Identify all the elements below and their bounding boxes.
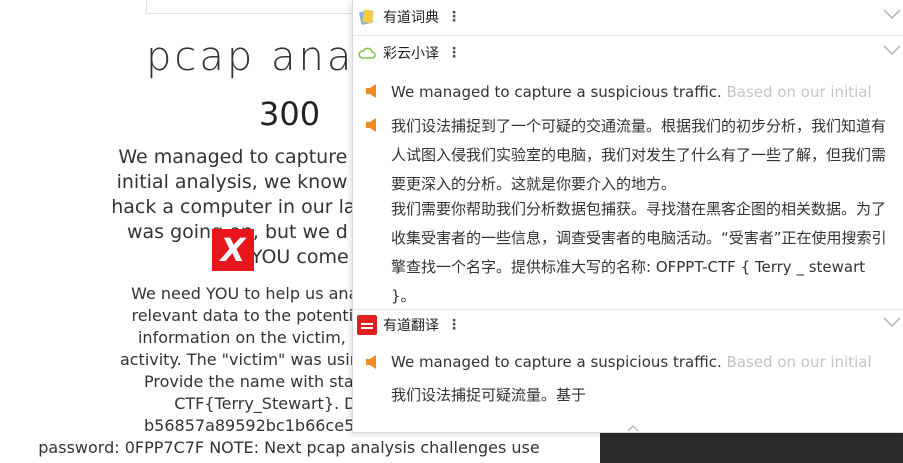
chevron-down-icon[interactable] [883,8,901,20]
chevron-down-icon[interactable] [883,44,901,56]
section-header-youdao[interactable]: 有道翻译 ⋮ [353,310,903,340]
section-title: 有道词典 [383,10,439,26]
speaker-icon[interactable] [365,354,379,370]
more-options-icon[interactable]: ⋮ [447,318,461,332]
section-title: 彩云小译 [383,46,439,62]
challenge-points: 300 [259,95,321,133]
cloud-icon [357,43,377,63]
challenge-title: pcap anal [146,34,369,80]
section-header-caiyun[interactable]: 彩云小译 ⋮ [353,38,903,68]
translation-popup: 有道词典 ⋮ 彩云小译 ⋮ We managed to capture a su… [352,0,903,433]
translation-paragraph: 我们需要你帮助我们分析数据包捕获。寻找潜在黑客企图的相关数据。为了收集受害者的一… [391,200,887,305]
chevron-down-icon[interactable] [883,316,901,328]
section-title: 有道翻译 [383,318,439,334]
translation-paragraph: 我们设法捕捉可疑流量。基于 [391,386,587,404]
translation-paragraph: 我们设法捕捉到了一个可疑的交通流量。根据我们的初步分析，我们知道有人试图入侵我们… [391,117,887,193]
source-text: We managed to capture a suspicious traff… [391,353,891,371]
divider [353,35,903,36]
page-top-tabbar [146,0,367,14]
description-line: password: 0FPP7C7F NOTE: Next pcap analy… [38,438,540,457]
more-options-icon[interactable]: ⋮ [447,46,461,60]
speaker-icon[interactable] [365,117,379,133]
section-header-dict[interactable]: 有道词典 ⋮ [353,2,903,32]
dark-panel [600,432,903,463]
more-options-icon[interactable]: ⋮ [447,10,461,24]
source-text-main: We managed to capture a suspicious traff… [391,83,722,101]
speaker-icon[interactable] [365,83,379,99]
source-text-fade: Based on our initial [721,83,872,101]
youdao-logo-icon [357,315,377,335]
x-glyph: X [220,231,246,269]
dictionary-book-icon [357,7,377,27]
translate-x-icon[interactable]: X [212,229,254,271]
chevron-up-icon[interactable] [627,424,639,432]
source-text: We managed to capture a suspicious traff… [391,83,891,101]
source-text-main: We managed to capture a suspicious traff… [391,353,722,371]
source-text-fade: Based on our initial [721,353,872,371]
